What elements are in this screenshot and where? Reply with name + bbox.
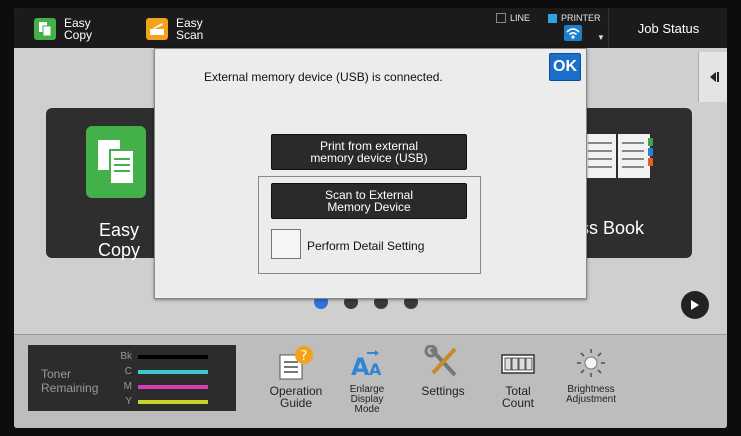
toner-bar xyxy=(138,399,208,404)
brightness-button[interactable]: Brightness Adjustment xyxy=(551,345,631,405)
toner-bar xyxy=(138,354,208,359)
detail-setting-label: Perform Detail Setting xyxy=(307,239,425,253)
counter-icon xyxy=(498,345,538,381)
copy-icon xyxy=(86,126,146,198)
play-icon[interactable] xyxy=(681,291,709,319)
dialog-message: External memory device (USB) is connecte… xyxy=(204,70,443,84)
toner-title: Toner Remaining xyxy=(41,367,99,395)
detail-setting-checkbox[interactable] xyxy=(271,229,301,259)
total-count-button[interactable]: Total Count xyxy=(478,345,558,409)
svg-text:A: A xyxy=(369,360,382,379)
operation-guide-button[interactable]: ? Operation Guide xyxy=(256,345,336,409)
brightness-label: Brightness Adjustment xyxy=(565,384,617,405)
job-status-button[interactable]: Job Status xyxy=(608,8,727,48)
easy-copy-shortcut[interactable]: Easy Copy xyxy=(34,14,92,44)
easy-scan-label: Easy Scan xyxy=(176,16,204,42)
printer-status-box xyxy=(548,13,557,23)
enlarge-display-button[interactable]: AA Enlarge Display Mode xyxy=(327,345,407,415)
svg-text:?: ? xyxy=(301,349,308,364)
print-from-usb-button[interactable]: Print from external memory device (USB) xyxy=(271,134,467,170)
line-status-box xyxy=(496,13,506,23)
toner-row-y: Y xyxy=(118,396,208,407)
enlarge-display-label: Enlarge Display Mode xyxy=(349,384,385,415)
easy-copy-label: Easy Copy xyxy=(64,16,93,42)
ok-button[interactable]: OK xyxy=(549,53,581,81)
toner-label: Y xyxy=(125,396,132,407)
total-count-label: Total Count xyxy=(501,384,535,410)
printer-indicator: PRINTER xyxy=(548,13,601,23)
enlarge-text-icon: AA xyxy=(347,345,387,381)
toner-label: C xyxy=(124,366,132,377)
scan-options-group: Scan to External Memory Device Perform D… xyxy=(258,176,481,274)
settings-button[interactable]: Settings xyxy=(403,345,483,397)
help-icon: ? xyxy=(276,345,316,381)
toner-label: Bk xyxy=(120,351,132,362)
toner-panel: Toner Remaining Bk C M Y xyxy=(28,345,236,411)
toner-row-c: C xyxy=(118,366,208,377)
printer-label: PRINTER xyxy=(561,13,601,23)
job-status-label: Job Status xyxy=(637,20,700,36)
easy-scan-shortcut[interactable]: Easy Scan xyxy=(146,14,203,44)
toner-bar xyxy=(138,369,208,374)
line-label: LINE xyxy=(510,13,531,23)
scan-icon xyxy=(146,18,168,40)
svg-text:A: A xyxy=(351,353,370,381)
brightness-icon xyxy=(571,345,611,381)
usb-connected-dialog: External memory device (USB) is connecte… xyxy=(154,48,587,299)
operation-guide-label: Operation Guide xyxy=(269,384,323,410)
line-indicator: LINE xyxy=(496,13,530,23)
collapse-icon[interactable] xyxy=(698,52,727,102)
bottom-bar: Toner Remaining Bk C M Y ? Operation Gui… xyxy=(14,334,727,428)
top-bar: Easy Copy Easy Scan LINE PRINTER ▼ Job S… xyxy=(14,8,727,48)
address-book-icon xyxy=(584,132,654,180)
toner-bar xyxy=(138,384,208,389)
tools-icon xyxy=(423,345,463,381)
copy-icon xyxy=(34,18,56,40)
scan-to-usb-button[interactable]: Scan to External Memory Device xyxy=(271,183,467,219)
toner-label: M xyxy=(123,381,132,392)
easy-copy-tile-label: Easy Copy xyxy=(98,220,141,260)
toner-row-m: M xyxy=(118,381,208,392)
toner-row-bk: Bk xyxy=(118,351,208,362)
status-dropdown-icon[interactable]: ▼ xyxy=(597,33,605,42)
settings-label: Settings xyxy=(421,384,465,398)
wifi-icon[interactable] xyxy=(564,25,582,41)
